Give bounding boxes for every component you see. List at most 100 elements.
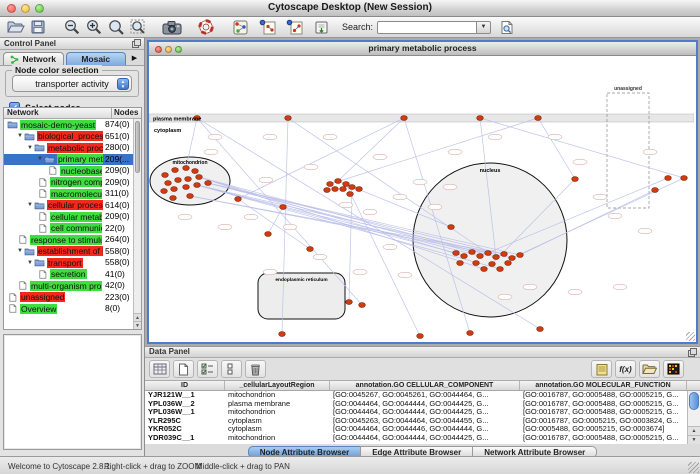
tree-scrollbar-thumb[interactable] [135,121,140,173]
group-title: Node color selection [12,65,102,75]
create-attribute-button[interactable] [173,360,194,378]
tree-item[interactable]: ▼metabolic process280(0) [4,142,133,154]
vizmap-nodes-button[interactable] [256,18,278,36]
network-overview-button[interactable] [229,18,251,36]
tree-col-network[interactable]: Network [4,108,111,118]
expand-arrow-icon[interactable]: ▼ [27,202,33,208]
tree-item-label: mosaic-demo-yeast [20,120,96,130]
heatmap-icon [667,363,680,375]
notepad-button[interactable] [591,360,612,378]
tree-item-count: 223(0) [105,292,130,304]
float-panel-icon[interactable] [132,39,141,50]
table-column-header[interactable]: annotation.GO MOLECULAR_FUNCTION [520,381,687,390]
tree-item[interactable]: cellular metabo209(0) [4,211,133,223]
tree-item[interactable]: unassigned223(0) [4,292,133,304]
vizmap-edges-button[interactable] [283,18,305,36]
expand-arrow-icon[interactable]: ▼ [37,156,43,162]
unselect-attributes-button[interactable] [221,360,242,378]
save-session-button[interactable] [27,18,49,36]
window-resize-grip[interactable] [688,462,699,473]
frame-titlebar[interactable]: primary metabolic process [149,42,696,56]
frame-minimize-button[interactable] [165,46,172,53]
node-color-dropdown[interactable]: transporter activity ▲▼ [12,75,132,92]
tree-item[interactable]: ▼transport558(0) [4,257,133,269]
attribute-table-button[interactable] [149,360,170,378]
tree-col-nodes[interactable]: Nodes [111,108,141,118]
table-cell: [GO:0016787, GO:0005488, GO:0005215, G..… [520,400,687,409]
tree-item-count: 264(0) [105,234,130,246]
tree-item[interactable]: ▼cellular process614(0) [4,200,133,212]
tree-item[interactable]: Overview8(0) [4,303,133,315]
table-row[interactable]: YDR039C__1mitochondrion[GO:0044464, GO:0… [145,434,700,443]
tree-item[interactable]: response to stimulu264(0) [4,234,133,246]
table-row[interactable]: YLR295Ccytoplasm[GO:0045263, GO:0044464,… [145,417,700,426]
tree-item[interactable]: ▼establishment of lo558(0) [4,246,133,258]
search-options-button[interactable] [496,18,518,36]
zoom-fit-button[interactable] [127,18,149,36]
tab-network[interactable]: Network [3,52,64,65]
tree-item-count: 22(0) [105,223,125,235]
zoom-selected-region-button[interactable] [105,18,127,36]
expand-arrow-icon[interactable]: ▼ [17,133,23,139]
zoom-out-button[interactable] [61,18,83,36]
tree-item[interactable]: nitrogen compo209(0) [4,177,133,189]
tree-item[interactable]: cell communicat22(0) [4,223,133,235]
table-icon [153,363,167,375]
table-scroll-up-icon[interactable]: ▲ [688,426,700,435]
tree-item[interactable]: mosaic-demo-yeast874(0) [4,119,133,131]
tree-item[interactable]: macromolecule311(0) [4,188,133,200]
attribute-matrix-button[interactable] [663,360,684,378]
tree-item[interactable]: nucleobase-209(0) [4,165,133,177]
frame-zoom-button[interactable] [175,46,182,53]
table-column-header[interactable]: ID [145,381,225,390]
birdseye-view-panel[interactable] [3,334,142,450]
function-builder-button[interactable]: f(x) [615,360,636,378]
tree-scrollbar[interactable]: ▲ ▼ [133,119,141,329]
table-scrollbar[interactable]: ▲ ▼ [687,391,700,444]
tab-mosaic[interactable]: Mosaic [66,52,127,65]
close-button[interactable] [7,4,16,13]
file-icon [7,293,18,302]
expand-arrow-icon[interactable]: ▼ [17,248,23,254]
file-icon [7,304,18,313]
open-file-button[interactable] [5,18,27,36]
table-row[interactable]: YKR052Ccytoplasm[GO:0044464, GO:0044446,… [145,425,700,434]
expand-arrow-icon[interactable]: ▼ [27,145,33,151]
export-snapshot-button[interactable] [161,18,183,36]
expand-arrow-icon[interactable]: ▼ [27,260,33,266]
table-scroll-down-icon[interactable]: ▼ [688,435,700,444]
status-hint-pan: Middle-click + drag to PAN [196,462,290,471]
file-icon [17,281,28,290]
zoom-in-button[interactable] [83,18,105,36]
file-icon [47,166,58,175]
plugin-manager-button[interactable] [310,18,332,36]
help-button[interactable] [195,18,217,36]
tree-item[interactable]: secretion41(0) [4,269,133,281]
scroll-down-icon[interactable]: ▼ [134,321,141,329]
tab-overflow-button[interactable]: ▶ [128,52,141,65]
zoom-window-button[interactable] [35,4,44,13]
minimize-button[interactable] [21,4,30,13]
tree-item[interactable]: ▼primary metabo209(... [4,154,133,166]
table-column-header[interactable]: _cellularLayoutRegion [225,381,330,390]
frame-close-button[interactable] [155,46,162,53]
search-input[interactable] [377,21,477,34]
scroll-up-icon[interactable]: ▲ [134,313,141,321]
import-attributes-button[interactable] [639,360,660,378]
table-row[interactable]: YJR121W__1mitochondrion[GO:0045267, GO:0… [145,391,700,400]
lifesaver-icon [198,19,214,35]
file-icon [17,235,28,244]
table-row[interactable]: YPL036W__2plasma membrane[GO:0044464, GO… [145,400,700,409]
network-canvas[interactable]: plasma membranecytoplasmmitochondrionnuc… [149,56,694,342]
table-column-header[interactable]: annotation.GO CELLULAR_COMPONENT [330,381,520,390]
tree-item-count: 209(0) [105,211,130,223]
main-toolbar: Search: ▼ [0,17,700,38]
tree-item[interactable]: multi-organism pro42(0) [4,280,133,292]
search-dropdown-button[interactable]: ▼ [477,21,491,34]
table-scrollbar-thumb[interactable] [689,392,699,410]
select-attributes-button[interactable] [197,360,218,378]
tree-item[interactable]: ▼biological_process651(0) [4,131,133,143]
frame-resize-grip[interactable] [686,332,695,341]
table-row[interactable]: YPL036W__1mitochondrion[GO:0044464, GO:0… [145,408,700,417]
delete-attribute-button[interactable] [245,360,266,378]
